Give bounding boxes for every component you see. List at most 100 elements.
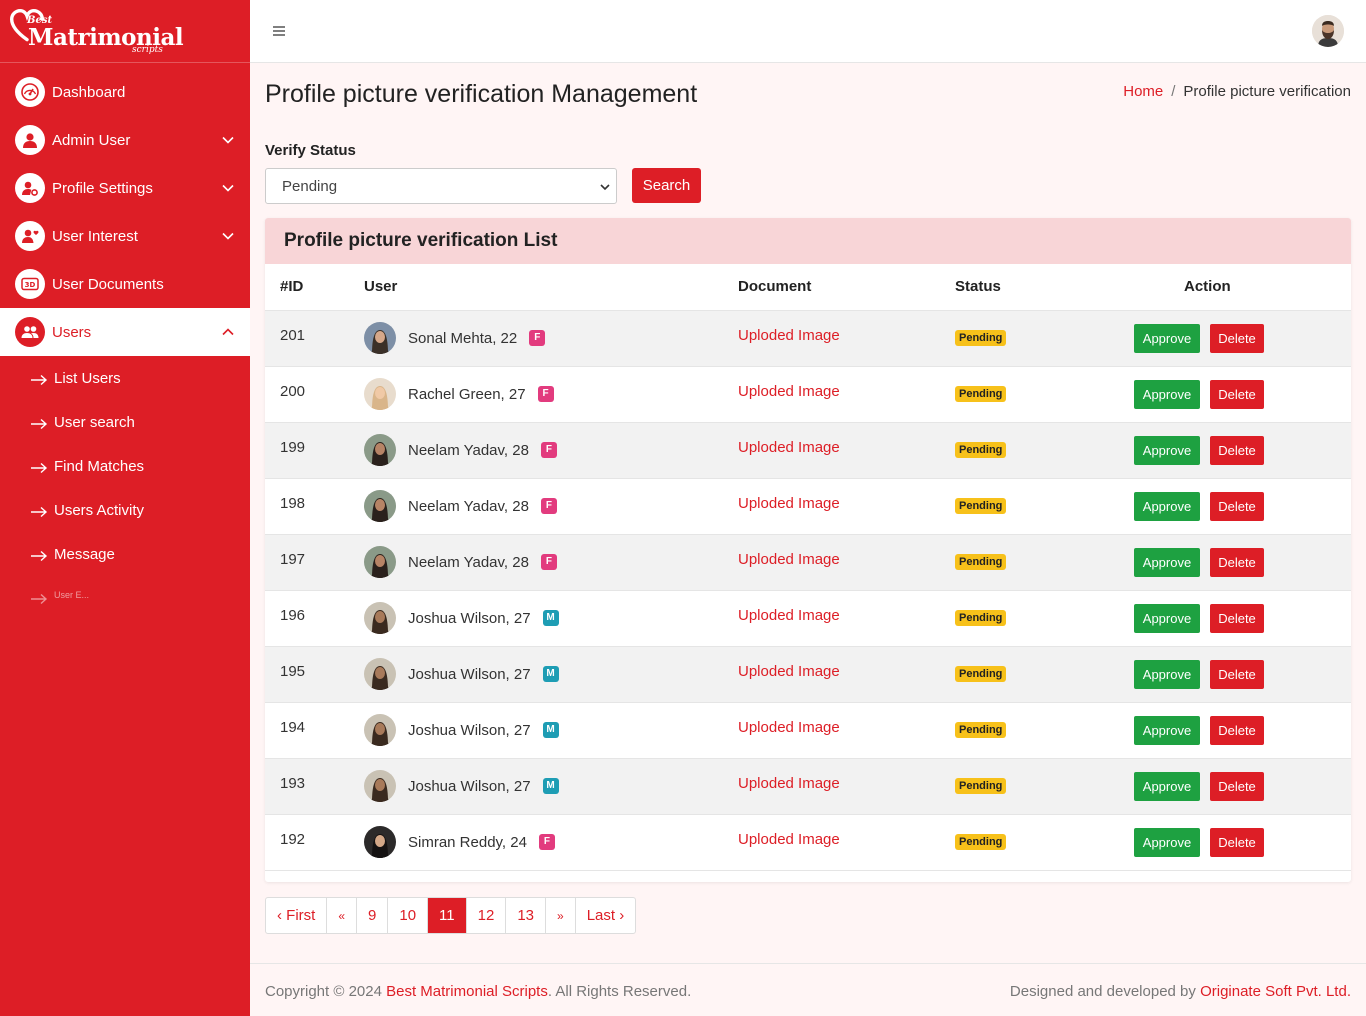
approve-button[interactable]: Approve — [1134, 379, 1200, 409]
approve-button[interactable]: Approve — [1134, 435, 1200, 465]
sidebar-subitem-partial[interactable]: User E... — [0, 576, 250, 606]
user-avatar[interactable] — [364, 770, 396, 802]
document-link[interactable]: Uploded Image — [738, 327, 840, 344]
brand-logo[interactable]: Best Matrimonial scripts — [0, 0, 250, 63]
sidebar-item-profile-settings[interactable]: Profile Settings — [0, 164, 250, 212]
sidebar-item-user-interest[interactable]: User Interest — [0, 212, 250, 260]
user-avatar-image — [364, 658, 396, 690]
page-link-9[interactable]: 9 — [356, 898, 387, 933]
sidebar-subitem-list-users[interactable]: List Users — [0, 356, 250, 400]
table-row: 193 Joshua Wilson, 27 M Uploded Image Pe… — [265, 758, 1351, 815]
user-avatar[interactable] — [364, 378, 396, 410]
page-link-prev[interactable]: « — [326, 898, 356, 933]
approve-button[interactable]: Approve — [1134, 659, 1200, 689]
sidebar-item-dashboard[interactable]: Dashboard — [0, 68, 250, 116]
page-link-last[interactable]: Last › — [574, 898, 636, 933]
delete-button[interactable]: Delete — [1210, 827, 1264, 857]
delete-button[interactable]: Delete — [1210, 435, 1264, 465]
sidebar-item-admin-user[interactable]: Admin User — [0, 116, 250, 164]
sidebar-item-users[interactable]: Users — [0, 308, 250, 356]
delete-button[interactable]: Delete — [1210, 659, 1264, 689]
approve-button[interactable]: Approve — [1134, 827, 1200, 857]
document-link[interactable]: Uploded Image — [738, 607, 840, 624]
verify-status-select[interactable]: Pending — [265, 168, 617, 204]
row-id: 195 — [265, 646, 349, 703]
approve-button[interactable]: Approve — [1134, 547, 1200, 577]
document-link[interactable]: Uploded Image — [738, 495, 840, 512]
hamburger-menu-icon[interactable] — [272, 24, 286, 38]
table-header-row: #ID User Document Status Action — [265, 264, 1351, 311]
sidebar-subitem-users-activity[interactable]: Users Activity — [0, 488, 250, 532]
page-link-12[interactable]: 12 — [465, 898, 506, 933]
page-link-first[interactable]: ‹ First — [266, 898, 326, 933]
footer-credits: Designed and developed by Originate Soft… — [1010, 983, 1351, 1000]
row-status-cell: Pending — [940, 310, 1090, 367]
document-link[interactable]: Uploded Image — [738, 551, 840, 568]
user-avatar[interactable] — [364, 322, 396, 354]
document-link[interactable]: Uploded Image — [738, 775, 840, 792]
user-avatar-image — [364, 322, 396, 354]
user-name[interactable]: Neelam Yadav, 28 — [408, 554, 529, 571]
document-link[interactable]: Uploded Image — [738, 663, 840, 680]
delete-button[interactable]: Delete — [1210, 603, 1264, 633]
search-button[interactable]: Search — [632, 168, 701, 203]
delete-button[interactable]: Delete — [1210, 771, 1264, 801]
user-name[interactable]: Joshua Wilson, 27 — [408, 610, 531, 627]
page-link-13[interactable]: 13 — [505, 898, 545, 933]
developer-link[interactable]: Originate Soft Pvt. Ltd. — [1200, 983, 1351, 1000]
document-link[interactable]: Uploded Image — [738, 831, 840, 848]
delete-button[interactable]: Delete — [1210, 715, 1264, 745]
row-user-cell: Joshua Wilson, 27 M — [349, 646, 723, 703]
user-avatar-image — [364, 770, 396, 802]
approve-button[interactable]: Approve — [1134, 491, 1200, 521]
row-user-cell: Neelam Yadav, 28 F — [349, 422, 723, 479]
user-avatar[interactable] — [364, 490, 396, 522]
delete-button[interactable]: Delete — [1210, 323, 1264, 353]
page-link-10[interactable]: 10 — [387, 898, 427, 933]
approve-button[interactable]: Approve — [1134, 715, 1200, 745]
document-link[interactable]: Uploded Image — [738, 719, 840, 736]
user-info: Joshua Wilson, 27 M — [364, 770, 723, 802]
document-link[interactable]: Uploded Image — [738, 439, 840, 456]
user-avatar[interactable] — [364, 546, 396, 578]
user-name[interactable]: Joshua Wilson, 27 — [408, 722, 531, 739]
rights-text: . All Rights Reserved. — [547, 983, 692, 1000]
sidebar-item-user-documents[interactable]: 3D User Documents — [0, 260, 250, 308]
brand-scripts-text: scripts — [132, 45, 163, 55]
approve-button[interactable]: Approve — [1134, 603, 1200, 633]
user-name[interactable]: Sonal Mehta, 22 — [408, 330, 517, 347]
approve-button[interactable]: Approve — [1134, 771, 1200, 801]
breadcrumb-separator: / — [1171, 83, 1176, 100]
row-user-cell: Joshua Wilson, 27 M — [349, 758, 723, 815]
sidebar-item-label: Users — [52, 323, 92, 341]
row-actions: Approve Delete — [1105, 603, 1351, 633]
row-user-cell: Rachel Green, 27 F — [349, 366, 723, 423]
delete-button[interactable]: Delete — [1210, 491, 1264, 521]
delete-button[interactable]: Delete — [1210, 379, 1264, 409]
page-link-11[interactable]: 11 — [427, 898, 466, 933]
company-link[interactable]: Best Matrimonial Scripts — [386, 983, 548, 1000]
sidebar-subitem-find-matches[interactable]: Find Matches — [0, 444, 250, 488]
page-link-next[interactable]: » — [545, 898, 575, 933]
user-avatar[interactable] — [364, 826, 396, 858]
delete-button[interactable]: Delete — [1210, 547, 1264, 577]
approve-button[interactable]: Approve — [1134, 323, 1200, 353]
sidebar-subitem-user-search[interactable]: User search — [0, 400, 250, 444]
user-name[interactable]: Neelam Yadav, 28 — [408, 442, 529, 459]
user-avatar[interactable] — [364, 434, 396, 466]
row-document-cell: Uploded Image — [723, 590, 940, 647]
admin-avatar[interactable] — [1312, 15, 1344, 47]
user-name[interactable]: Simran Reddy, 24 — [408, 834, 527, 851]
user-avatar[interactable] — [364, 714, 396, 746]
breadcrumb-home-link[interactable]: Home — [1123, 83, 1163, 100]
user-avatar[interactable] — [364, 602, 396, 634]
document-link[interactable]: Uploded Image — [738, 383, 840, 400]
user-info: Joshua Wilson, 27 M — [364, 602, 723, 634]
row-document-cell: Uploded Image — [723, 534, 940, 591]
user-name[interactable]: Rachel Green, 27 — [408, 386, 526, 403]
sidebar-subitem-message[interactable]: Message — [0, 532, 250, 576]
user-avatar[interactable] — [364, 658, 396, 690]
user-name[interactable]: Joshua Wilson, 27 — [408, 666, 531, 683]
user-name[interactable]: Neelam Yadav, 28 — [408, 498, 529, 515]
user-name[interactable]: Joshua Wilson, 27 — [408, 778, 531, 795]
